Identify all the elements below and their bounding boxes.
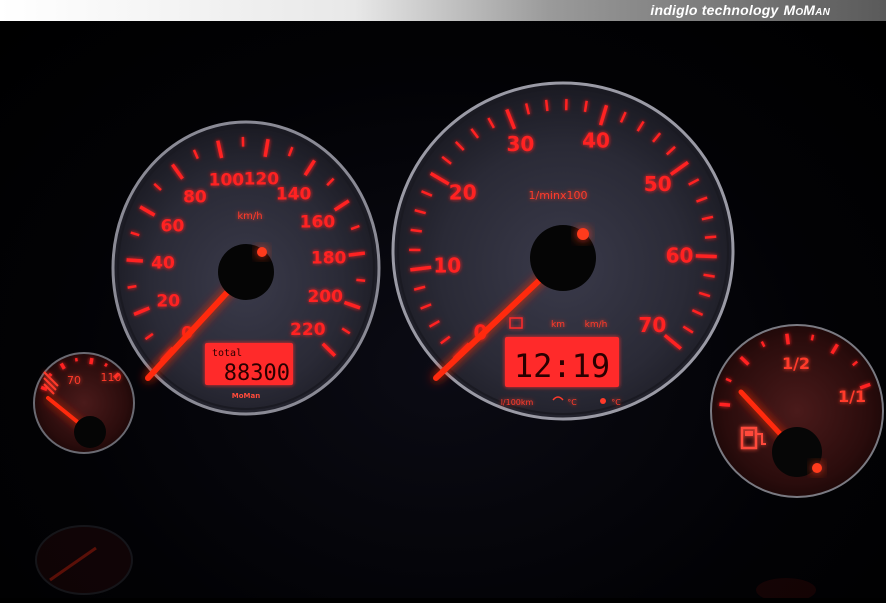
speed-tick: [349, 253, 365, 255]
speed-label: 200: [307, 287, 343, 307]
fuel-tick: [787, 334, 788, 345]
tachometer-pointer-light: [577, 228, 589, 240]
speedometer-brand: MoMan: [232, 392, 260, 400]
fuel-tick: [719, 404, 730, 405]
tach-label: 50: [644, 172, 672, 196]
speed-label: 120: [244, 170, 280, 190]
speed-label: 60: [161, 217, 185, 237]
speed-label: 80: [183, 187, 207, 207]
odometer-value: 88300: [224, 361, 290, 386]
temp-label-110: 110: [101, 371, 122, 384]
fuel-tick: [812, 335, 813, 341]
speed-label: 20: [156, 291, 180, 311]
speed-label: 140: [276, 184, 312, 204]
banner-text: indiglo technology: [650, 2, 778, 18]
tach-label: 40: [582, 129, 610, 153]
speed-label: 40: [151, 253, 175, 273]
tach-tick: [696, 256, 717, 257]
temp-tick: [91, 358, 92, 364]
tach-tick: [585, 101, 587, 112]
cluster-svg: 020406080100120140160180200220 km/h tota…: [0, 21, 886, 598]
tach-label: 20: [449, 180, 477, 204]
tach-label: 70: [638, 313, 666, 337]
odometer-label: total: [212, 348, 242, 359]
temp-gauge: 70 110: [34, 353, 134, 453]
temp-tick: [105, 364, 107, 367]
fuel-warning-light: [812, 463, 822, 473]
speed-unit-label: km/h: [237, 211, 262, 222]
instrument-cluster: 020406080100120140160180200220 km/h tota…: [0, 21, 886, 598]
fuel-label-half: 1/2: [782, 354, 810, 373]
clock-value: 12:19: [514, 347, 610, 385]
dashboard-reflection: [36, 526, 816, 598]
fuel-label-full: 1/1: [838, 387, 866, 406]
tach-tick: [546, 100, 547, 111]
top-banner: indiglo technology MoMan: [0, 0, 886, 21]
speed-tick: [356, 280, 365, 281]
banner-brand-name: MoMan: [783, 2, 830, 18]
tach-label: 10: [433, 254, 461, 278]
tach-label: 60: [666, 244, 694, 268]
tach-unit-label: 1/minx100: [529, 189, 588, 202]
speedometer-pointer-light: [257, 247, 267, 257]
tach-tick: [411, 230, 422, 232]
tach-tick: [705, 237, 716, 238]
speed-tick: [128, 286, 137, 287]
speed-label: 180: [311, 249, 347, 269]
banner-brand: indiglo technology MoMan: [650, 2, 830, 18]
speed-tick: [127, 260, 143, 261]
tach-label: 30: [506, 132, 534, 156]
tachometer: 010203040506070 1/minx100 km km/h 12:19 …: [393, 83, 733, 419]
fuel-gauge: 1/2 1/1: [711, 325, 883, 497]
temp-label-70: 70: [67, 374, 81, 387]
speed-label: 100: [209, 171, 245, 191]
temp-tick: [41, 387, 47, 389]
temp-tick: [49, 374, 52, 376]
temp-tick: [76, 358, 77, 361]
consumption-label: l/100km: [501, 398, 534, 407]
speed-label: 160: [300, 212, 336, 232]
temp-gauge-hub: [74, 416, 106, 448]
speedometer: 020406080100120140160180200220 km/h tota…: [113, 122, 379, 414]
tach-display-unit-kmh: km/h: [585, 320, 608, 330]
outside-temp-label: °C: [611, 398, 621, 407]
oil-temp-label: °C: [567, 398, 577, 407]
snowflake-icon: [600, 398, 606, 404]
tach-display-unit-km: km: [551, 320, 565, 330]
speed-label: 220: [290, 320, 326, 340]
